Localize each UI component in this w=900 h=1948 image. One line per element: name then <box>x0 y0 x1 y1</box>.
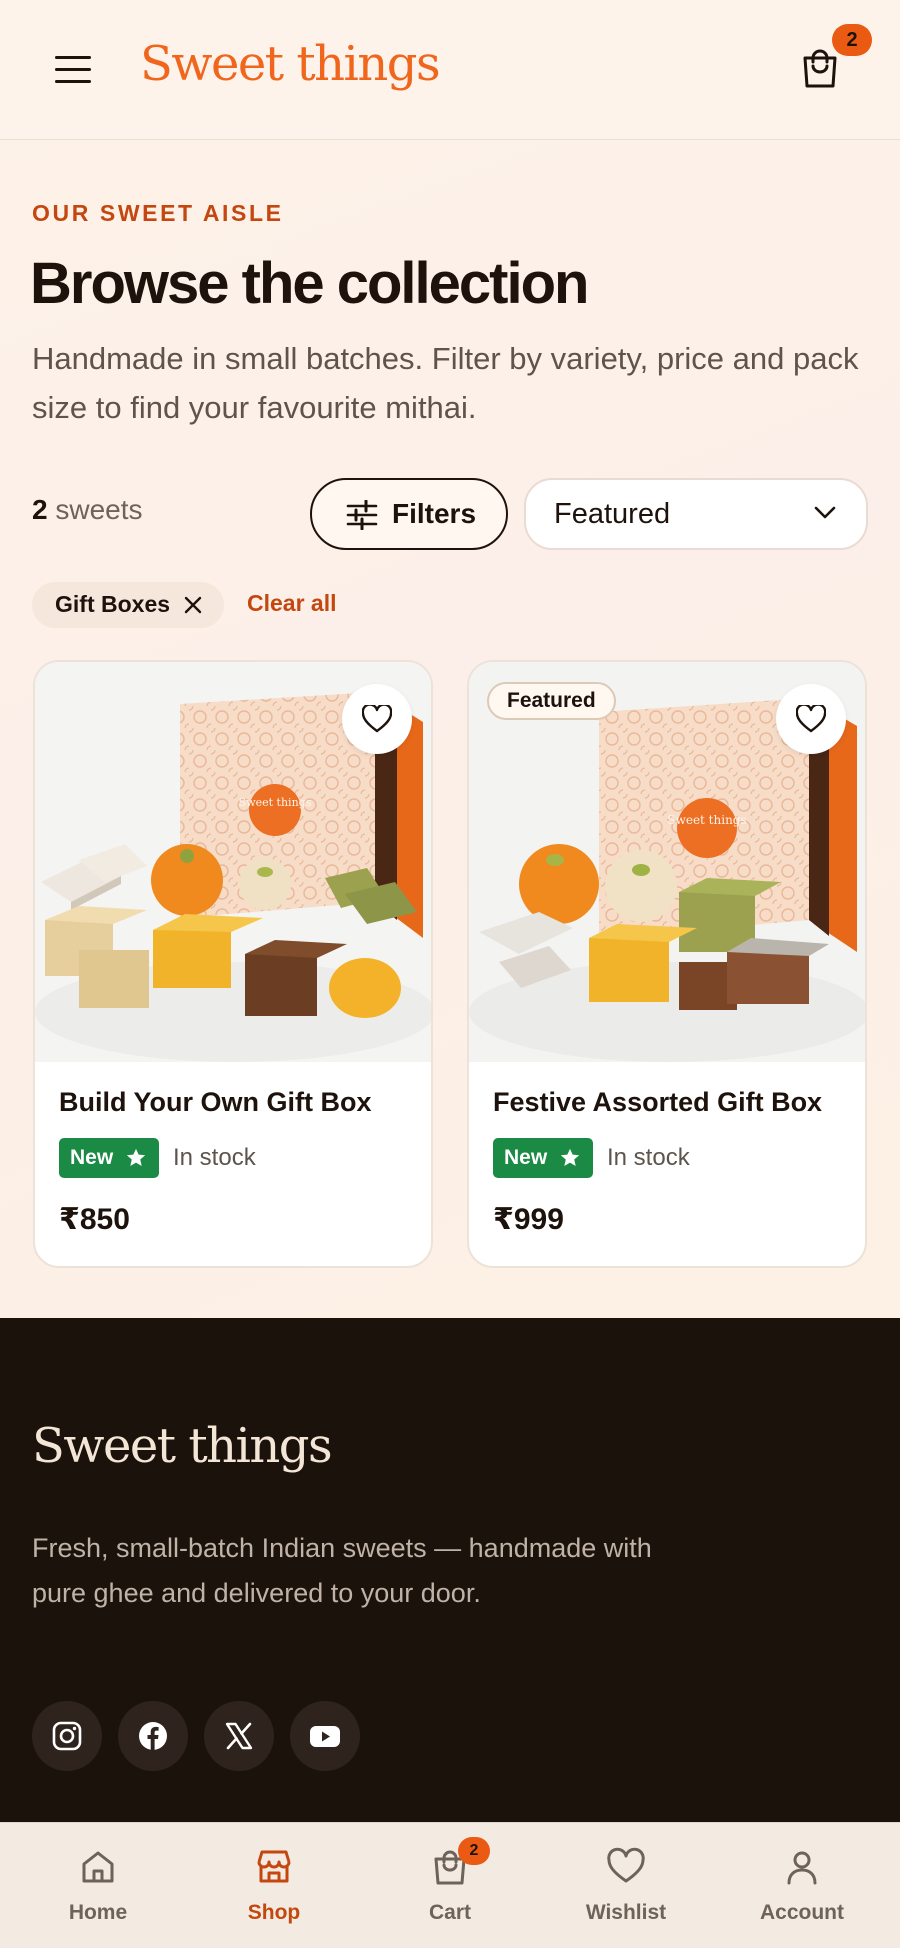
nav-item-cart[interactable]: 2 Cart <box>362 1823 538 1948</box>
nav-item-account[interactable]: Account <box>714 1823 890 1948</box>
brand-logo[interactable]: Sweet things <box>140 36 441 92</box>
box-logo-text: Sweet things <box>667 813 746 827</box>
product-name[interactable]: Festive Assorted Gift Box <box>493 1087 822 1118</box>
footer-description: Fresh, small-batch Indian sweets — handm… <box>32 1533 652 1608</box>
product-card[interactable]: Sweet things Build Your Own Gift Box New… <box>33 660 433 1268</box>
youtube-icon <box>310 1726 340 1747</box>
product-price: ₹850 <box>59 1203 130 1236</box>
nav-item-home[interactable]: Home <box>10 1823 186 1948</box>
product-image[interactable]: Sweet things <box>35 662 431 1062</box>
filters-button[interactable]: Filters <box>310 478 508 550</box>
bottom-navigation: Home Shop 2 Cart Wishlist Account <box>0 1822 900 1948</box>
heart-icon <box>796 705 826 733</box>
wishlist-button[interactable] <box>776 684 846 754</box>
home-icon <box>82 1851 114 1883</box>
site-footer: Sweet things Fresh, small-batch Indian s… <box>0 1318 900 1822</box>
footer-logo[interactable]: Sweet things <box>32 1418 333 1474</box>
new-badge: New <box>493 1138 593 1178</box>
nav-item-wishlist[interactable]: Wishlist <box>538 1823 714 1948</box>
shop-icon <box>257 1850 291 1883</box>
product-card[interactable]: Sweet things Featured Festive Assorted G… <box>467 660 867 1268</box>
new-badge-label: New <box>70 1146 114 1169</box>
box-logo-text: Sweet things <box>239 796 312 809</box>
nav-item-shop[interactable]: Shop <box>186 1823 362 1948</box>
x-icon <box>225 1722 253 1750</box>
filters-button-label: Filters <box>392 498 477 529</box>
header-cart-button[interactable]: 2 <box>800 24 872 96</box>
product-name[interactable]: Build Your Own Gift Box <box>59 1087 372 1118</box>
facebook-link[interactable] <box>118 1701 188 1771</box>
heart-icon <box>362 705 392 733</box>
result-count: 2 sweets <box>32 494 143 526</box>
instagram-link[interactable] <box>32 1701 102 1771</box>
clear-all-filters-link[interactable]: Clear all <box>247 590 337 617</box>
filter-chip-label: Gift Boxes <box>55 591 171 617</box>
nav-item-label: Account <box>760 1901 844 1924</box>
section-eyebrow: OUR SWEET AISLE <box>32 200 284 226</box>
star-icon <box>560 1148 580 1166</box>
featured-badge: Featured <box>487 682 616 720</box>
stock-status: In stock <box>607 1144 690 1171</box>
nav-item-label: Cart <box>428 1901 471 1924</box>
filter-chip-gift-boxes[interactable]: Gift Boxes <box>32 582 224 628</box>
sort-select-value: Featured <box>554 498 671 530</box>
nav-item-label: Home <box>68 1901 128 1924</box>
cart-count-badge: 2 <box>458 1837 490 1865</box>
sliders-icon <box>346 500 378 530</box>
facebook-icon <box>139 1722 167 1750</box>
wishlist-button[interactable] <box>342 684 412 754</box>
product-price: ₹999 <box>493 1203 564 1236</box>
shopping-bag-icon <box>803 49 837 88</box>
heart-icon <box>607 1847 645 1883</box>
chevron-down-icon <box>814 506 836 519</box>
nav-item-label: Wishlist <box>585 1901 667 1924</box>
sort-select[interactable]: Featured <box>524 478 868 550</box>
nav-item-label: Shop <box>247 1901 301 1924</box>
x-link[interactable] <box>204 1701 274 1771</box>
close-icon[interactable] <box>184 596 202 614</box>
star-icon <box>126 1148 146 1166</box>
menu-icon[interactable] <box>52 50 94 88</box>
new-badge-label: New <box>504 1146 548 1169</box>
product-image[interactable]: Sweet things Featured <box>469 662 865 1062</box>
result-count-number: 2 <box>32 494 48 525</box>
page-description: Handmade in small batches. Filter by var… <box>32 341 859 425</box>
cart-count-badge: 2 <box>832 24 872 56</box>
new-badge: New <box>59 1138 159 1178</box>
page-title: Browse the collection <box>30 251 589 316</box>
user-icon <box>787 1851 817 1885</box>
result-count-label: sweets <box>55 494 143 525</box>
top-header: Sweet things 2 <box>0 0 900 140</box>
youtube-link[interactable] <box>290 1701 360 1771</box>
instagram-icon <box>52 1721 82 1751</box>
stock-status: In stock <box>173 1144 256 1171</box>
